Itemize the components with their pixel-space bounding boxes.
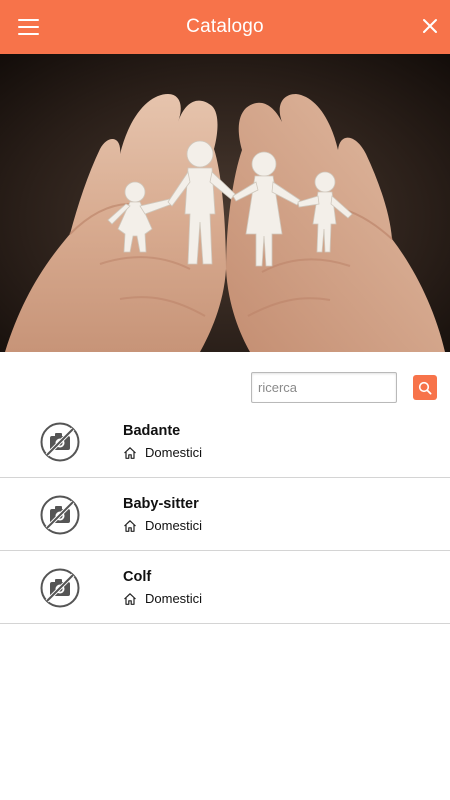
search-button[interactable] (413, 375, 437, 400)
search-icon (418, 381, 432, 395)
item-category: Domestici (123, 591, 202, 606)
page-title: Catalogo (186, 16, 264, 37)
item-category: Domestici (123, 518, 202, 533)
item-name: Colf (123, 569, 152, 585)
item-category-label: Domestici (145, 518, 203, 533)
app-header: Catalogo (0, 0, 450, 54)
item-name: Badante (123, 423, 181, 439)
close-icon[interactable] (420, 16, 440, 36)
hero-image (0, 54, 450, 352)
item-category-label: Domestici (145, 445, 203, 460)
list-item[interactable]: Baby-sitter Domestici (0, 478, 450, 551)
catalog-list: Badante Domestici Baby-sitter Domestici (0, 405, 450, 624)
no-photo-icon (40, 495, 80, 535)
item-category-label: Domestici (145, 591, 203, 606)
no-photo-icon (40, 568, 80, 608)
home-icon (124, 592, 136, 605)
home-icon (124, 446, 136, 459)
home-icon (124, 519, 136, 532)
item-name: Baby-sitter (123, 496, 199, 512)
no-photo-icon (40, 422, 80, 462)
list-item[interactable]: Colf Domestici (0, 551, 450, 624)
item-category: Domestici (123, 445, 202, 460)
list-item[interactable]: Badante Domestici (0, 405, 450, 478)
search-input[interactable] (251, 372, 397, 403)
